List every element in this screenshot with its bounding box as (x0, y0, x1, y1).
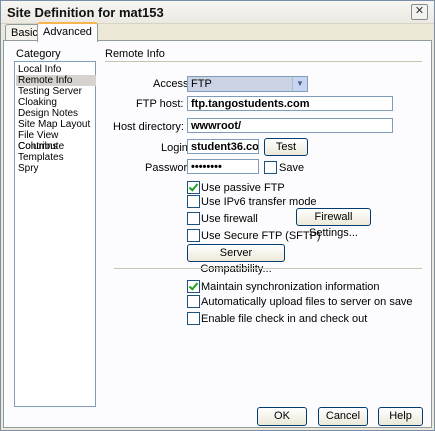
category-item-testing-server[interactable]: Testing Server (16, 86, 96, 97)
cancel-button[interactable]: Cancel (318, 407, 368, 426)
close-icon[interactable]: ✕ (411, 4, 428, 20)
auto-upload-checkbox[interactable] (187, 295, 200, 308)
category-list[interactable]: Local Info Remote Info Testing Server Cl… (14, 61, 96, 407)
category-item-spry[interactable]: Spry (16, 163, 96, 174)
ipv6-checkbox[interactable] (187, 195, 200, 208)
passive-ftp-checkbox[interactable] (187, 181, 200, 194)
ftp-host-value: ftp.tangostudents.com (191, 98, 310, 110)
passive-ftp-label: Use passive FTP (201, 182, 285, 194)
window-title: Site Definition for mat153 (7, 5, 164, 20)
access-value: FTP (191, 78, 212, 90)
category-item-file-view-columns[interactable]: File View Columns (16, 130, 96, 152)
ipv6-label: Use IPv6 transfer mode (201, 196, 317, 208)
access-select[interactable]: FTP ▼ (187, 76, 308, 92)
category-item-contribute[interactable]: Contribute (16, 141, 96, 152)
password-input[interactable]: •••••••• (187, 159, 259, 174)
ftp-host-input[interactable]: ftp.tangostudents.com (187, 96, 393, 111)
host-directory-value: wwwroot/ (191, 120, 242, 132)
save-checkbox[interactable] (264, 161, 277, 174)
tab-advanced[interactable]: Advanced (37, 22, 98, 42)
sync-checkbox[interactable] (187, 280, 200, 293)
sftp-checkbox[interactable] (187, 229, 200, 242)
sync-label: Maintain synchronization information (201, 281, 380, 293)
access-label: Access: (153, 78, 192, 90)
category-item-local-info[interactable]: Local Info (16, 64, 96, 75)
category-item-cloaking[interactable]: Cloaking (16, 97, 96, 108)
section-divider (105, 61, 422, 62)
sftp-label: Use Secure FTP (SFTP) (201, 230, 321, 242)
ftp-host-label: FTP host: (136, 98, 184, 110)
category-item-site-map-layout[interactable]: Site Map Layout (16, 119, 96, 130)
category-heading: Category (16, 48, 61, 60)
section-title: Remote Info (105, 48, 165, 60)
test-button[interactable]: Test (264, 138, 308, 156)
checkin-label: Enable file check in and check out (201, 313, 368, 325)
category-item-design-notes[interactable]: Design Notes (16, 108, 96, 119)
options-divider (114, 268, 422, 269)
firewall-checkbox[interactable] (187, 212, 200, 225)
category-item-templates[interactable]: Templates (16, 152, 96, 163)
login-value: student36.com (191, 141, 259, 153)
password-value: •••••••• (191, 161, 222, 173)
category-item-remote-info[interactable]: Remote Info (16, 75, 96, 86)
title-bar[interactable]: Site Definition for mat153 ✕ (1, 1, 434, 24)
site-definition-dialog: Site Definition for mat153 ✕ Basic Advan… (0, 0, 435, 431)
server-compatibility-button[interactable]: Server Compatibility... (187, 244, 285, 275)
ok-button[interactable]: OK (257, 407, 307, 426)
chevron-down-icon[interactable]: ▼ (292, 77, 307, 91)
firewall-settings-button[interactable]: Firewall Settings... (296, 208, 371, 239)
checkin-checkbox[interactable] (187, 312, 200, 325)
host-directory-label: Host directory: (113, 121, 184, 133)
firewall-label: Use firewall (201, 213, 258, 225)
host-directory-input[interactable]: wwwroot/ (187, 118, 393, 133)
save-label: Save (279, 162, 305, 174)
help-button[interactable]: Help (378, 407, 423, 426)
login-input[interactable]: student36.com (187, 139, 259, 154)
auto-upload-label: Automatically upload files to server on … (201, 296, 413, 308)
